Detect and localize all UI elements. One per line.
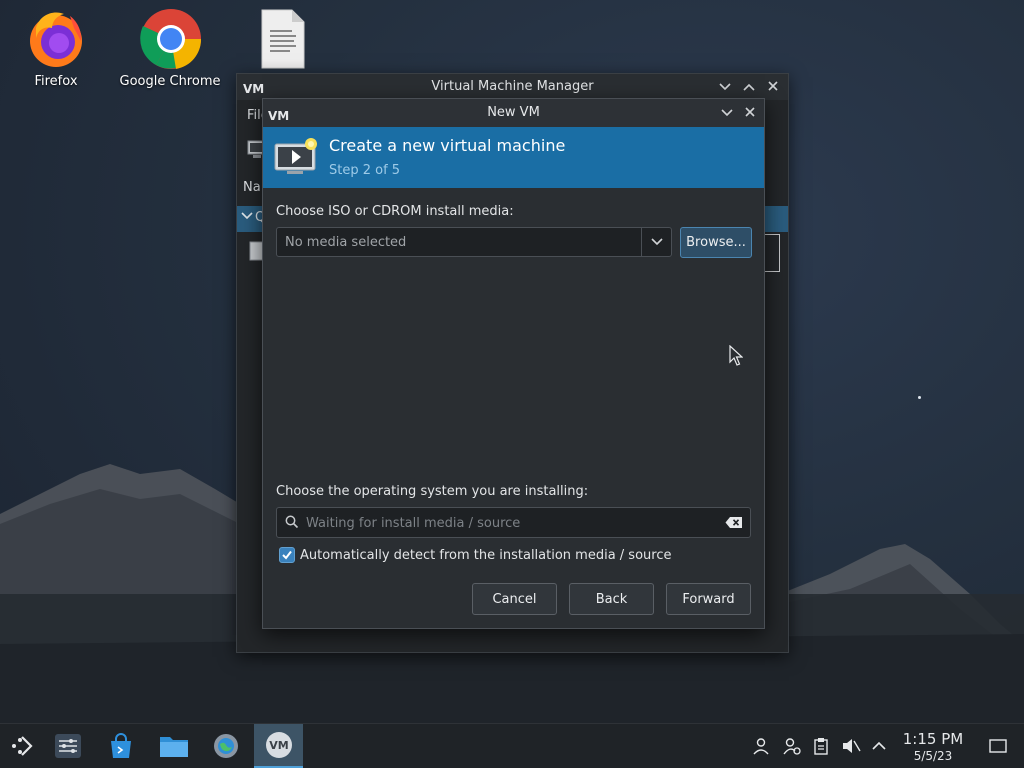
firefox-icon [26, 8, 86, 70]
sliders-icon [55, 734, 81, 758]
chevron-down-icon [650, 238, 663, 246]
close-button[interactable] [762, 74, 784, 100]
window-titlebar[interactable]: VM Virtual Machine Manager [237, 74, 788, 100]
window-title: Virtual Machine Manager [431, 79, 594, 94]
os-label: Choose the operating system you are inst… [276, 484, 589, 499]
chevron-up-icon [872, 741, 886, 750]
dialog-titlebar[interactable]: VM New VM [263, 99, 764, 127]
user-switch-icon[interactable] [779, 724, 805, 768]
clock-date: 5/5/23 [913, 749, 953, 763]
virt-manager-icon: VM [265, 732, 292, 758]
text-file-icon [253, 8, 313, 70]
close-icon [745, 107, 755, 117]
taskbar-discover-button[interactable] [99, 724, 143, 768]
wizard-heading: Create a new virtual machine [329, 136, 566, 155]
show-hidden-icons-button[interactable] [866, 724, 892, 768]
os-search-input[interactable]: Waiting for install media / source [276, 507, 751, 538]
chrome-icon [140, 8, 202, 70]
taskbar-system-settings-button[interactable] [204, 724, 248, 768]
taskbar-files-button[interactable] [152, 724, 196, 768]
open-button-fragment [765, 234, 780, 272]
vm-logo-text: VM [268, 109, 289, 122]
desktop-icon-chrome[interactable]: Google Chrome [115, 8, 225, 89]
install-media-combobox[interactable]: No media selected [276, 227, 672, 257]
chevron-down-icon [719, 83, 731, 91]
gear-globe-icon [214, 734, 238, 758]
install-media-value: No media selected [285, 235, 407, 250]
maximize-button[interactable] [738, 74, 760, 100]
iso-media-label: Choose ISO or CDROM install media: [276, 204, 514, 219]
new-vm-dialog[interactable]: VM New VM Create a new virtual machine S… [262, 98, 765, 629]
desktop-icon-label: Firefox [34, 74, 78, 89]
search-icon [285, 515, 299, 533]
close-icon [768, 81, 778, 91]
desktop-icon-firefox[interactable]: Firefox [1, 8, 111, 89]
chevron-down-icon [721, 109, 733, 117]
back-button[interactable]: Back [569, 583, 654, 615]
clear-icon[interactable] [725, 516, 743, 533]
taskbar: VM 1:15 PM 5/5/23 [0, 723, 1024, 768]
cancel-button[interactable]: Cancel [472, 583, 557, 615]
store-bag-icon [111, 733, 131, 758]
chevron-down-icon [241, 210, 253, 224]
user-icon[interactable] [748, 724, 774, 768]
desktop-icon-text-file[interactable] [228, 8, 338, 74]
auto-detect-label[interactable]: Automatically detect from the installati… [300, 548, 671, 563]
taskbar-settings-button[interactable] [46, 724, 90, 768]
star [918, 396, 921, 399]
chevron-up-icon [743, 83, 755, 91]
dialog-title: New VM [487, 105, 540, 120]
column-header-name[interactable]: Na [243, 180, 261, 195]
minimize-button[interactable] [714, 74, 736, 100]
show-desktop-icon [989, 739, 1007, 753]
new-vm-monitor-icon [273, 136, 321, 182]
close-button[interactable] [739, 99, 761, 127]
checkmark-icon [282, 550, 292, 560]
dropdown-button[interactable] [641, 228, 671, 256]
application-launcher-button[interactable] [0, 724, 44, 768]
wizard-step: Step 2 of 5 [329, 163, 401, 178]
digital-clock[interactable]: 1:15 PM 5/5/23 [893, 730, 973, 763]
clipboard-icon[interactable] [808, 724, 834, 768]
os-search-placeholder: Waiting for install media / source [306, 516, 521, 531]
auto-detect-checkbox[interactable] [279, 547, 295, 563]
minimize-button[interactable] [716, 99, 738, 127]
vm-logo-text: VM [243, 82, 264, 95]
taskbar-virt-manager-button[interactable]: VM [254, 724, 303, 768]
launcher-icon [12, 736, 33, 756]
clock-time: 1:15 PM [902, 730, 964, 748]
show-desktop-button[interactable] [985, 724, 1011, 768]
wizard-header: Create a new virtual machine Step 2 of 5 [263, 127, 764, 188]
mouse-cursor-icon [729, 344, 744, 371]
volume-muted-icon[interactable] [838, 724, 864, 768]
vm-logo-text: VM [269, 739, 288, 752]
browse-button[interactable]: Browse... [680, 227, 752, 258]
forward-button[interactable]: Forward [666, 583, 751, 615]
desktop-icon-label: Google Chrome [119, 74, 221, 89]
folder-icon [160, 737, 188, 757]
